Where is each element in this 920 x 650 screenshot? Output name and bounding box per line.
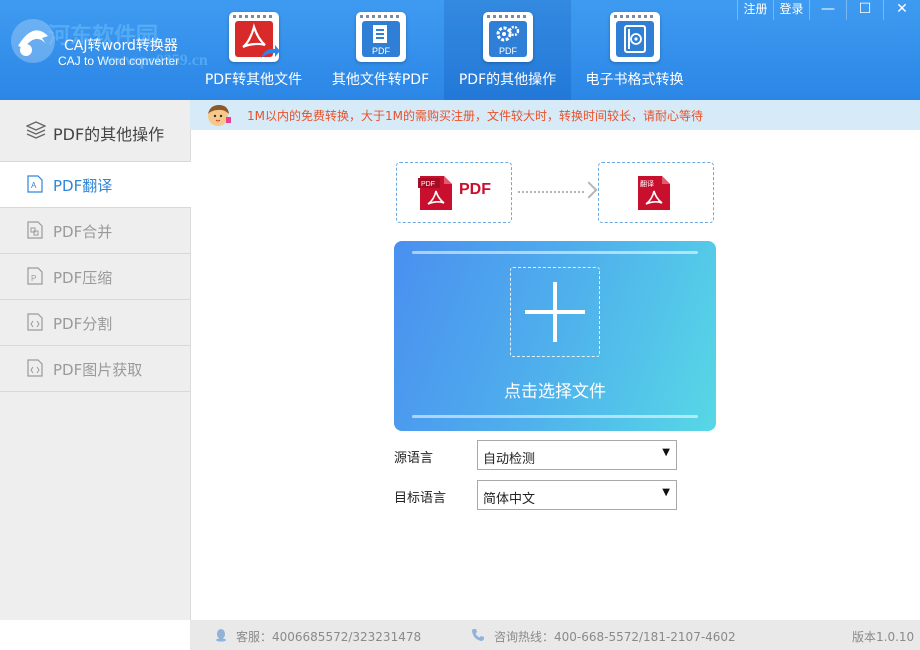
avatar-icon <box>208 105 231 126</box>
split-icon <box>27 313 43 331</box>
sidebar-header-label: PDF的其他操作 <box>53 125 165 144</box>
close-button[interactable]: ✕ <box>883 0 920 20</box>
window-controls: 注册 登录 — ☐ ✕ <box>737 0 920 20</box>
sidebar-header: PDF的其他操作 <box>0 100 190 162</box>
minimize-button[interactable]: — <box>809 0 846 20</box>
ebook-icon <box>610 12 660 62</box>
upload-decoration-line <box>412 251 698 254</box>
target-language-label: 目标语言 <box>394 491 447 506</box>
notice-bar: 1M以内的免费转换，大于1M的需购买注册，文件较大时，转换时间较长，请耐心等待 <box>190 100 920 130</box>
upload-decoration-line <box>412 415 698 418</box>
translate-icon: A <box>27 175 43 193</box>
tab-label: 电子书格式转换 <box>585 72 684 88</box>
main-nav: PDF转其他文件 PDF 其他文件转PDF PDF PDF的其他操作 电子书格式… <box>190 0 698 100</box>
source-file-label: PDF <box>459 181 491 198</box>
document-to-pdf-icon: PDF <box>356 12 406 62</box>
customer-service-text: 客服：4006685572/323231478 <box>236 630 422 644</box>
pdf-badge: PDF <box>499 46 518 56</box>
convert-arrow <box>518 191 584 193</box>
sidebar-item-label: PDF压缩 <box>53 269 113 287</box>
sidebar-item-pdf-merge[interactable]: PDF合并 <box>0 208 190 254</box>
translate-tag: 翻译 <box>640 179 654 188</box>
tab-label: 其他文件转PDF <box>331 72 430 88</box>
login-button[interactable]: 登录 <box>773 0 809 20</box>
svg-text:A: A <box>31 181 37 190</box>
merge-icon <box>27 221 43 239</box>
arrow-right-icon <box>580 181 598 199</box>
add-file-button[interactable] <box>510 267 600 357</box>
pdf-badge: PDF <box>372 46 391 56</box>
sidebar-item-pdf-split[interactable]: PDF分割 <box>0 300 190 346</box>
sidebar-item-pdf-image-extract[interactable]: PDF图片获取 <box>0 346 190 392</box>
sidebar-item-pdf-compress[interactable]: P PDF压缩 <box>0 254 190 300</box>
layers-icon <box>26 121 46 139</box>
tab-ebook-convert[interactable]: 电子书格式转换 <box>571 0 698 100</box>
phone-icon <box>472 629 484 641</box>
source-language-select[interactable]: 自动检测 ▼ <box>477 440 677 470</box>
maximize-button[interactable]: ☐ <box>846 0 883 20</box>
file-upload-area[interactable]: 点击选择文件 <box>394 241 716 431</box>
sidebar-item-label: PDF合并 <box>53 223 113 241</box>
sidebar-item-label: PDF翻译 <box>53 177 113 195</box>
target-language-value: 简体中文 <box>483 492 536 507</box>
source-language-value: 自动检测 <box>483 452 536 467</box>
upload-label: 点击选择文件 <box>504 382 606 402</box>
version-text: 版本1.0.10 <box>852 630 915 644</box>
plus-icon-vertical <box>553 282 557 342</box>
register-button[interactable]: 注册 <box>737 0 773 20</box>
svg-text:P: P <box>31 274 36 283</box>
sidebar: PDF的其他操作 A PDF翻译 PDF合并 P PDF压缩 PDF分割 PDF… <box>0 100 191 620</box>
tab-label: PDF的其他操作 <box>458 72 557 88</box>
notice-text: 1M以内的免费转换，大于1M的需购买注册，文件较大时，转换时间较长，请耐心等待 <box>247 109 703 123</box>
app-header: 河东软件园 CAJ转word转换器 CAJ to Word converter … <box>0 0 920 100</box>
gear-pdf-icon: PDF <box>483 12 533 62</box>
tab-pdf-to-other[interactable]: PDF转其他文件 <box>190 0 317 100</box>
image-extract-icon <box>27 359 43 377</box>
pdf-file-icon: PDF <box>418 176 452 210</box>
target-language-select[interactable]: 简体中文 ▼ <box>477 480 677 510</box>
pdf-tag: PDF <box>421 181 435 188</box>
tab-label: PDF转其他文件 <box>204 72 303 88</box>
qq-icon <box>216 629 226 642</box>
sidebar-item-label: PDF图片获取 <box>53 361 143 379</box>
tab-other-to-pdf[interactable]: PDF 其他文件转PDF <box>317 0 444 100</box>
source-language-label: 源语言 <box>394 451 434 466</box>
dropdown-caret-icon: ▼ <box>662 447 670 458</box>
compress-icon: P <box>27 267 43 285</box>
status-footer: 客服：4006685572/323231478 咨询热线：400-668-557… <box>190 620 920 650</box>
sidebar-item-label: PDF分割 <box>53 315 113 333</box>
hotline-text: 咨询热线：400-668-5572/181-2107-4602 <box>494 630 736 644</box>
tab-pdf-other-operations[interactable]: PDF PDF的其他操作 <box>444 0 571 100</box>
dropdown-caret-icon: ▼ <box>662 487 670 498</box>
app-logo: 河东软件园 CAJ转word转换器 CAJ to Word converter … <box>6 8 208 69</box>
translated-pdf-icon: 翻译 <box>638 176 670 210</box>
source-file-box: PDF PDF <box>396 162 512 223</box>
pdf-acrobat-icon <box>229 12 280 62</box>
sidebar-item-pdf-translate[interactable]: A PDF翻译 <box>0 162 191 208</box>
target-file-box: 翻译 <box>598 162 714 223</box>
